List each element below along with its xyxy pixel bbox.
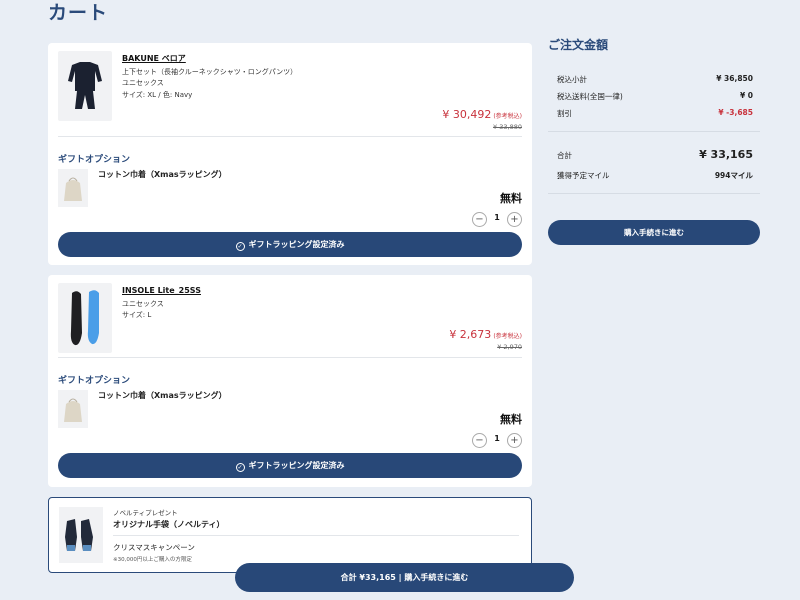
divider [113, 535, 519, 536]
novelty-name: オリジナル手袋（ノベルティ） [113, 520, 225, 529]
shipping-row: 税込送料(全国一律) ¥ 0 [557, 91, 753, 101]
product-name-link[interactable]: INSOLE Lite_25SS [122, 285, 522, 297]
product-image[interactable] [58, 283, 112, 353]
order-summary-title: ご注文金額 [548, 38, 609, 52]
quantity-stepper: − 1 + [472, 212, 522, 228]
product-price: ¥ 30,492 (参考税込) [442, 108, 522, 121]
gift-option-heading: ギフトオプション [58, 155, 131, 165]
gift-wrap-price: 無料 [500, 413, 522, 426]
product-old-price: ¥ 33,880 [493, 123, 522, 131]
gift-wrap-name: コットン巾着（Xmasラッピング） [98, 170, 227, 179]
novelty-image [59, 507, 103, 563]
product-image[interactable] [58, 51, 112, 121]
divider [58, 357, 522, 358]
product-name-link[interactable]: BAKUNE ベロア [122, 53, 522, 65]
product-old-price: ¥ 2,970 [497, 343, 522, 351]
cart-item-card: BAKUNE ベロア 上下セット（長袖クルーネックシャツ・ロングパンツ） ユニセ… [48, 43, 532, 265]
novelty-card: ノベルティプレゼント オリジナル手袋（ノベルティ） クリスマスキャンペーン ※3… [48, 497, 532, 573]
product-detail: ユニセックス [122, 79, 164, 87]
gift-wrap-image [58, 390, 88, 428]
gift-wrapping-button[interactable]: ✓ ギフトラッピング設定済み [58, 232, 522, 257]
novelty-tag: ノベルティプレゼント [113, 509, 178, 517]
divider [548, 193, 760, 194]
quantity-increase-button[interactable]: + [507, 212, 522, 227]
gift-wrap-name: コットン巾着（Xmasラッピング） [98, 391, 227, 400]
cart-item-card: INSOLE Lite_25SS ユニセックス サイズ: L ¥ 2,673 (参… [48, 275, 532, 487]
product-detail: サイズ: XL / 色: Navy [122, 90, 193, 99]
subtotal-row: 税込小計 ¥ 36,850 [557, 74, 753, 84]
quantity-increase-button[interactable]: + [507, 433, 522, 448]
quantity-stepper: − 1 + [472, 433, 522, 449]
proceed-checkout-button[interactable]: 購入手続きに進む [548, 220, 760, 245]
discount-row: 割引 ¥ -3,685 [557, 108, 753, 118]
quantity-value: 1 [494, 434, 500, 443]
gift-wrap-price: 無料 [500, 192, 522, 205]
product-detail: サイズ: L [122, 311, 152, 319]
divider [58, 136, 522, 137]
sticky-checkout-button[interactable]: 合計 ¥33,165 | 購入手続きに進む [235, 563, 574, 592]
page-title: カート [48, 2, 109, 24]
product-price: ¥ 2,673 (参考税込) [449, 328, 522, 341]
miles-row: 獲得予定マイル 994マイル [557, 171, 753, 180]
quantity-decrease-button[interactable]: − [472, 433, 487, 448]
check-circle-icon: ✓ [235, 463, 245, 472]
novelty-campaign: クリスマスキャンペーン [113, 543, 195, 552]
gift-option-heading: ギフトオプション [58, 376, 131, 386]
gift-wrap-image [58, 169, 88, 207]
check-circle-icon: ✓ [235, 242, 245, 251]
quantity-value: 1 [494, 213, 500, 222]
gift-wrapping-button[interactable]: ✓ ギフトラッピング設定済み [58, 453, 522, 478]
product-detail: ユニセックス [122, 299, 164, 308]
total-row: 合計 ¥ 33,165 [557, 148, 753, 161]
quantity-decrease-button[interactable]: − [472, 212, 487, 227]
divider [548, 131, 760, 132]
product-detail: 上下セット（長袖クルーネックシャツ・ロングパンツ） [122, 67, 298, 76]
novelty-condition: ※30,000円以上ご購入の方限定 [113, 557, 192, 563]
